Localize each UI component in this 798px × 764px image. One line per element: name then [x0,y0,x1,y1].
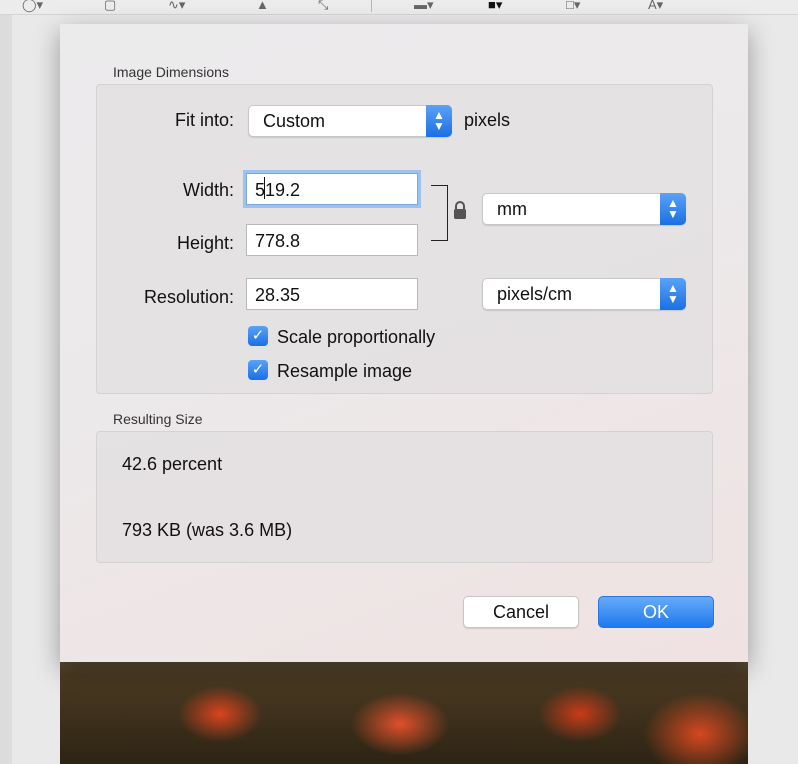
text-style-icon[interactable]: A▾ [648,0,663,13]
scale-proportionally-checkbox[interactable]: ✓ [248,326,268,346]
chevron-updown-icon: ▲ ▼ [426,105,452,137]
checkmark-icon: ✓ [251,327,265,344]
size-unit-popup[interactable]: mm ▲ ▼ [482,193,686,225]
fill-color-icon[interactable]: □▾ [566,0,580,13]
fit-into-unit: pixels [464,110,511,130]
checkmark-icon: ✓ [251,361,265,378]
result-file-size: 793 KB (was 3.6 MB) [122,520,293,540]
chevron-updown-icon: ▲ ▼ [660,193,686,225]
proportion-bracket [431,185,448,241]
lock-icon[interactable] [452,200,468,220]
image-dimensions-heading: Image Dimensions [113,64,229,80]
height-field[interactable]: 778.8 [246,224,418,256]
border-color-icon[interactable]: ■▾ [488,0,502,13]
resample-image-checkbox[interactable]: ✓ [248,360,268,380]
fit-into-label: Fit into: [174,110,234,130]
width-field[interactable]: 519.2 [246,173,418,205]
window-gutter [0,14,12,764]
line-style-icon[interactable]: ▬▾ [414,0,434,13]
adjust-icon[interactable]: ▲ [256,0,269,13]
scale-proportionally-label[interactable]: Scale proportionally [277,327,435,348]
fit-into-popup[interactable]: Custom ▲ ▼ [248,105,452,137]
chevron-updown-icon: ▲ ▼ [660,278,686,310]
lasso-icon[interactable]: ◯▾ [22,0,43,13]
resolution-unit-value: pixels/cm [497,284,573,304]
cancel-button[interactable]: Cancel [463,596,579,628]
signature-icon[interactable]: ∿▾ [168,0,185,13]
resulting-size-heading: Resulting Size [113,411,203,427]
resolution-field[interactable]: 28.35 [246,278,418,310]
size-unit-value: mm [497,199,527,219]
resulting-size-group [96,431,713,563]
width-value: 519.2 [255,180,301,200]
resample-image-label[interactable]: Resample image [277,361,412,382]
text-cursor [264,177,265,199]
resize-icon[interactable]: ⤡ [318,0,328,13]
height-label: Height: [176,233,234,253]
resolution-unit-popup[interactable]: pixels/cm ▲ ▼ [482,278,686,310]
toolbar: ◯▾ ▢ ∿▾ ▲ ⤡ ▬▾ ■▾ □▾ A▾ [0,0,798,15]
resolution-label: Resolution: [143,287,234,307]
width-label: Width: [182,180,234,200]
result-percent: 42.6 percent [122,454,223,474]
fit-into-value: Custom [263,111,326,131]
toolbar-separator [371,0,372,12]
image-icon[interactable]: ▢ [104,0,116,13]
resolution-value: 28.35 [255,285,301,305]
adjust-size-dialog: Image Dimensions Fit into: Custom ▲ ▼ pix… [60,24,748,662]
ok-button[interactable]: OK [598,596,714,628]
height-value: 778.8 [255,231,301,251]
